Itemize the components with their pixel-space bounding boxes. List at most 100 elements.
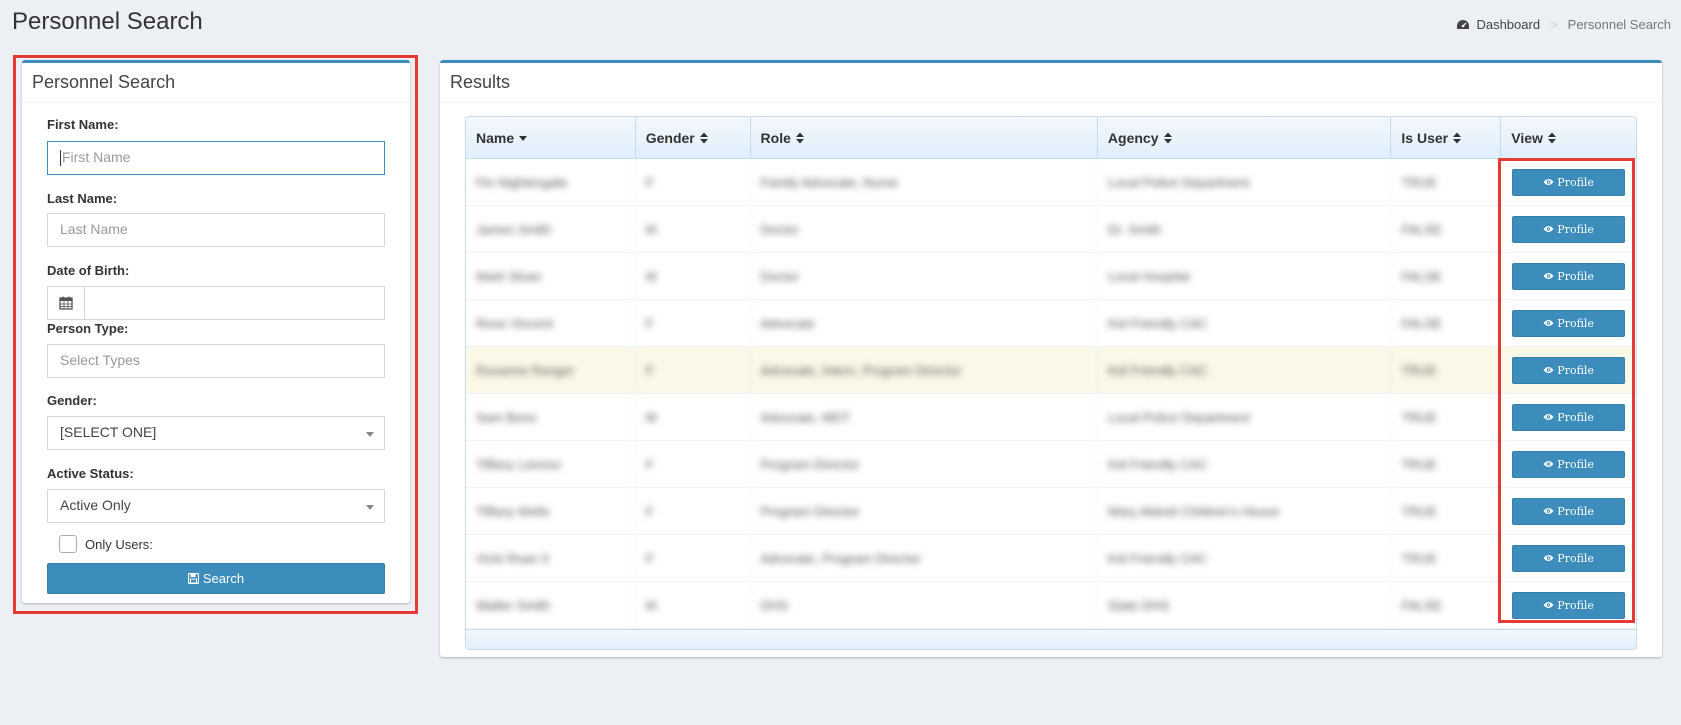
column-label: Role <box>760 129 791 146</box>
sort-icon <box>699 132 708 143</box>
cell-is-user: FALSE <box>1391 582 1502 628</box>
save-icon <box>187 573 199 584</box>
person-type-select[interactable]: Select Types <box>47 344 385 378</box>
eye-icon <box>1543 179 1554 185</box>
cell-is-user: TRUE <box>1391 488 1502 534</box>
table-row: Roxanne Ranger F Advocate, Intern, Progr… <box>466 347 1636 394</box>
cell-gender: M <box>636 394 751 440</box>
active-status-select[interactable]: Active Only <box>47 489 385 523</box>
calendar-button[interactable] <box>47 286 85 320</box>
column-header-agency[interactable]: Agency <box>1098 117 1392 158</box>
results-panel-title: Results <box>440 63 1662 103</box>
table-row: Flo Nightengale F Family Advocate, Nurse… <box>466 159 1636 206</box>
results-panel: Results Name Gender Role Agency Is User <box>440 60 1662 657</box>
breadcrumb-dashboard-link[interactable]: Dashboard <box>1476 17 1540 32</box>
profile-button[interactable]: Profile <box>1512 262 1626 290</box>
eye-icon <box>1543 461 1554 467</box>
profile-button[interactable]: Profile <box>1512 544 1626 572</box>
sort-icon <box>1547 132 1556 143</box>
first-name-input[interactable]: First Name <box>47 141 385 175</box>
gender-label: Gender: <box>47 393 97 408</box>
only-users-checkbox[interactable] <box>59 535 77 553</box>
dob-input[interactable] <box>85 286 385 320</box>
table-row: Rose Vincent F Advocate Kid Friendly CAC… <box>466 300 1636 347</box>
gender-select[interactable]: [SELECT ONE] <box>47 416 385 450</box>
cell-is-user: TRUE <box>1391 441 1502 487</box>
breadcrumb-current: Personnel Search <box>1567 17 1671 32</box>
profile-button[interactable]: Profile <box>1512 215 1626 243</box>
cell-view: Profile <box>1501 253 1636 299</box>
table-body: Flo Nightengale F Family Advocate, Nurse… <box>466 159 1636 629</box>
person-type-label: Person Type: <box>47 321 129 336</box>
column-label: Name <box>476 129 515 146</box>
cell-gender: F <box>636 535 751 581</box>
table-row: Sam Bono M Advocate, MDT Local Police De… <box>466 394 1636 441</box>
last-name-input[interactable]: Last Name <box>47 213 385 247</box>
first-name-label: First Name: <box>47 117 119 132</box>
cell-is-user: TRUE <box>1391 159 1502 205</box>
cell-agency: Kid Friendly CAC <box>1098 441 1392 487</box>
cell-name: Vicki Roan II <box>466 535 636 581</box>
profile-button[interactable]: Profile <box>1512 309 1626 337</box>
eye-icon <box>1543 226 1554 232</box>
search-button[interactable]: Search <box>47 563 385 594</box>
cell-view: Profile <box>1501 347 1636 393</box>
cell-view: Profile <box>1501 488 1636 534</box>
cell-gender: F <box>636 347 751 393</box>
cell-view: Profile <box>1501 394 1636 440</box>
results-table: Name Gender Role Agency Is User View Flo… <box>465 116 1637 650</box>
cell-agency: Kid Friendly CAC <box>1098 347 1392 393</box>
sort-icon <box>1163 132 1172 143</box>
eye-icon <box>1543 508 1554 514</box>
cell-gender: M <box>636 582 751 628</box>
cell-agency: Kid Friendly CAC <box>1098 535 1392 581</box>
cell-agency: State DHS <box>1098 582 1392 628</box>
cell-agency: Local Hospital <box>1098 253 1392 299</box>
text-caret <box>60 150 61 167</box>
cell-is-user: FALSE <box>1391 206 1502 252</box>
column-header-gender[interactable]: Gender <box>636 117 751 158</box>
profile-button[interactable]: Profile <box>1512 497 1626 525</box>
cell-gender: M <box>636 253 751 299</box>
table-row: Mark Sloan M Doctor Local Hospital FALSE… <box>466 253 1636 300</box>
cell-role: DHS <box>751 582 1098 628</box>
cell-is-user: TRUE <box>1391 394 1502 440</box>
profile-button-label: Profile <box>1557 598 1594 612</box>
search-panel: Personnel Search First Name: First Name … <box>22 60 410 603</box>
cell-is-user: FALSE <box>1391 253 1502 299</box>
last-name-label: Last Name: <box>47 191 118 206</box>
cell-agency: Mary Abbott Children's House <box>1098 488 1392 534</box>
profile-button-label: Profile <box>1557 504 1594 518</box>
only-users-row: Only Users: <box>59 535 153 553</box>
column-header-name[interactable]: Name <box>466 117 636 158</box>
cell-gender: F <box>636 300 751 346</box>
cell-name: Roxanne Ranger <box>466 347 636 393</box>
column-header-is-user[interactable]: Is User <box>1391 117 1502 158</box>
profile-button[interactable]: Profile <box>1512 450 1626 478</box>
column-label: Gender <box>645 129 695 146</box>
profile-button[interactable]: Profile <box>1512 403 1626 431</box>
profile-button[interactable]: Profile <box>1512 168 1626 196</box>
cell-agency: Kid Friendly CAC <box>1098 300 1392 346</box>
eye-icon <box>1543 414 1554 420</box>
column-header-view[interactable]: View <box>1501 117 1636 158</box>
active-status-selected-value: Active Only <box>60 497 131 513</box>
cell-is-user: TRUE <box>1391 535 1502 581</box>
cell-view: Profile <box>1501 300 1636 346</box>
eye-icon <box>1543 320 1554 326</box>
cell-name: Mark Sloan <box>466 253 636 299</box>
cell-name: Tiffany Wells <box>466 488 636 534</box>
cell-role: Doctor <box>751 253 1098 299</box>
gender-selected-value: [SELECT ONE] <box>60 424 157 440</box>
active-status-label: Active Status: <box>47 466 134 481</box>
cell-role: Advocate, Program Director <box>751 535 1098 581</box>
dob-label: Date of Birth: <box>47 263 130 278</box>
cell-role: Program Director <box>751 441 1098 487</box>
cell-name: Flo Nightengale <box>466 159 636 205</box>
column-header-role[interactable]: Role <box>751 117 1098 158</box>
page-title: Personnel Search <box>12 8 203 35</box>
table-header: Name Gender Role Agency Is User View <box>466 117 1636 159</box>
table-row: Tiffany Wells F Program Director Mary Ab… <box>466 488 1636 535</box>
profile-button[interactable]: Profile <box>1512 356 1626 384</box>
profile-button[interactable]: Profile <box>1512 591 1626 619</box>
